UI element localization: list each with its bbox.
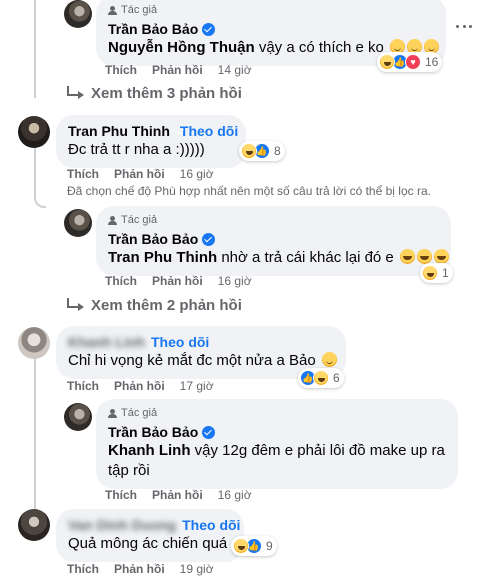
reaction-summary[interactable]: 👍 9 (231, 536, 277, 556)
laugh-emoji-icon (399, 249, 415, 264)
comment-author[interactable]: Trần Bảo Bảo (108, 230, 198, 248)
comment-author[interactable]: Trần Bảo Bảo (108, 20, 198, 38)
comment-text: vậy a có thích e ko (258, 39, 384, 56)
reaction-count: 9 (266, 539, 273, 553)
author-tag: Tác giả (108, 406, 446, 420)
comment-text: vậy 12g đêm e phải lôi đồ make up ra (194, 442, 445, 459)
reaction-count: 16 (425, 55, 439, 69)
avatar[interactable] (18, 327, 50, 359)
comment-timestamp[interactable]: 19 giờ (180, 561, 214, 577)
smile-emoji-icon (321, 352, 337, 367)
like-button[interactable]: Thích (67, 378, 99, 394)
comment-author[interactable]: Khanh Linh (68, 333, 145, 351)
comment-timestamp[interactable]: 16 giờ (218, 273, 252, 289)
comment-timestamp[interactable]: 17 giờ (180, 378, 214, 394)
reaction-summary[interactable]: 👍 ♥ 16 (377, 52, 443, 72)
like-button[interactable]: Thích (105, 487, 137, 503)
reaction-count: 6 (333, 371, 340, 385)
comment-text: Đc trả tt r nha a :))))) (68, 141, 205, 158)
comment-text: nhờ a trả cái khác lại đó e (221, 249, 394, 266)
like-button[interactable]: Thích (67, 166, 99, 182)
more-options-icon[interactable] (452, 18, 476, 34)
haha-reaction-icon (233, 538, 249, 554)
mention-link[interactable]: Khanh Linh (108, 442, 191, 459)
verified-badge-icon (202, 232, 216, 246)
verified-badge-icon (202, 22, 216, 36)
reply-arrow-icon (67, 298, 84, 311)
author-tag: Tác giả (108, 213, 439, 227)
avatar[interactable] (64, 0, 92, 28)
follow-button[interactable]: Theo dõi (180, 122, 238, 140)
reply-arrow-icon (67, 86, 84, 99)
laugh-emoji-icon (416, 249, 432, 264)
comment-bubble: Tác giả Trần Bảo Bảo Tran Phu Thinh nhờ … (96, 206, 451, 276)
laugh-emoji-icon (433, 249, 449, 264)
comment-timestamp[interactable]: 16 giờ (180, 166, 214, 182)
like-button[interactable]: Thích (105, 273, 137, 289)
comment-author[interactable]: Van Dinh Duong (68, 516, 176, 534)
comment-bubble: Tác giả Trần Bảo Bảo Khanh Linh vậy 12g … (96, 399, 458, 489)
love-reaction-icon: ♥ (405, 54, 421, 70)
comment-bubble: Tran Phu Thinh Theo dõi Đc trả tt r nha a… (56, 115, 246, 168)
haha-reaction-icon (313, 370, 329, 386)
comment-author[interactable]: Tran Phu Thinh (68, 122, 170, 140)
follow-button[interactable]: Theo dõi (151, 333, 209, 351)
reply-button[interactable]: Phản hồi (114, 378, 165, 394)
comment-text: Chỉ hi vọng kẻ mắt đc một nửa a Bảo (68, 352, 316, 369)
comment-text-continued: tập rồi (108, 462, 150, 479)
reply-button[interactable]: Phản hồi (152, 62, 203, 78)
avatar[interactable] (18, 509, 50, 541)
haha-reaction-icon (241, 143, 257, 159)
haha-reaction-icon (379, 54, 395, 70)
comment-bubble: Van Dinh Duong Theo dõi Quả mông ác chiến… (56, 509, 244, 562)
reaction-summary[interactable]: 👍 6 (298, 368, 344, 388)
reply-button[interactable]: Phản hồi (114, 166, 165, 182)
reaction-count: 8 (274, 144, 281, 158)
avatar[interactable] (64, 403, 92, 431)
comment-timestamp[interactable]: 16 giờ (218, 487, 252, 503)
see-more-replies-button[interactable]: Xem thêm 3 phản hồi (67, 84, 242, 104)
thread-connector (34, 138, 46, 208)
author-tag-icon (108, 215, 117, 225)
comment-author[interactable]: Trần Bảo Bảo (108, 423, 198, 441)
like-button[interactable]: Thích (67, 561, 99, 577)
comment-text: Quả mông ác chiến quá (68, 535, 228, 552)
author-tag-icon (108, 5, 117, 15)
reply-button[interactable]: Phản hồi (152, 273, 203, 289)
thread-line (34, 355, 36, 510)
avatar[interactable] (64, 209, 92, 237)
author-tag: Tác giả (108, 3, 434, 17)
thread-line (34, 0, 36, 98)
reaction-summary[interactable]: 1 (420, 263, 453, 283)
verified-badge-icon (202, 425, 216, 439)
haha-reaction-icon (422, 265, 438, 281)
reply-button[interactable]: Phản hồi (152, 487, 203, 503)
reaction-count: 1 (442, 266, 449, 280)
mention-link[interactable]: Nguyễn Hồng Thuận (108, 39, 255, 56)
avatar[interactable] (18, 116, 50, 148)
reaction-summary[interactable]: 👍 8 (239, 141, 285, 161)
like-button[interactable]: Thích (105, 62, 137, 78)
see-more-replies-button[interactable]: Xem thêm 2 phản hồi (67, 296, 242, 316)
filter-note: Đã chọn chế độ Phù hợp nhất nên một số c… (67, 184, 431, 198)
reply-button[interactable]: Phản hồi (114, 561, 165, 577)
mention-link[interactable]: Tran Phu Thinh (108, 249, 217, 266)
comment-timestamp[interactable]: 14 giờ (218, 62, 252, 78)
author-tag-icon (108, 408, 117, 418)
follow-button[interactable]: Theo dõi (182, 516, 240, 534)
